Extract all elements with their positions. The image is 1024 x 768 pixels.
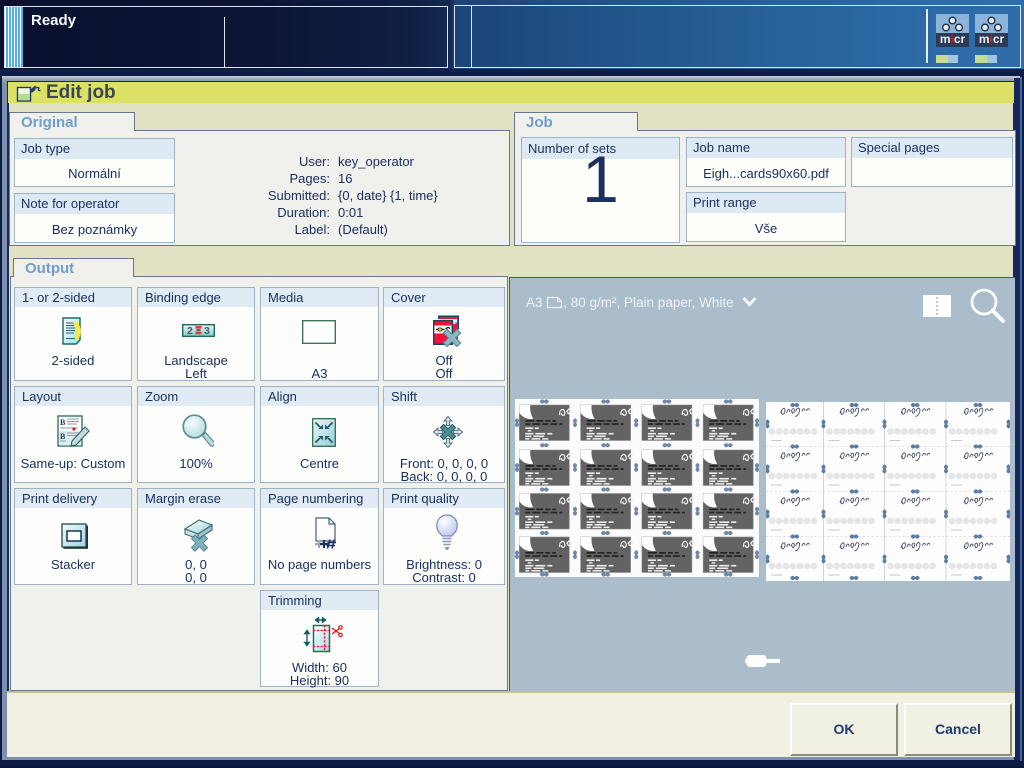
svg-text:B: B [60, 432, 66, 441]
svg-text:B: B [60, 418, 66, 427]
svg-text:3: 3 [204, 325, 210, 337]
svg-text:2: 2 [187, 325, 193, 337]
